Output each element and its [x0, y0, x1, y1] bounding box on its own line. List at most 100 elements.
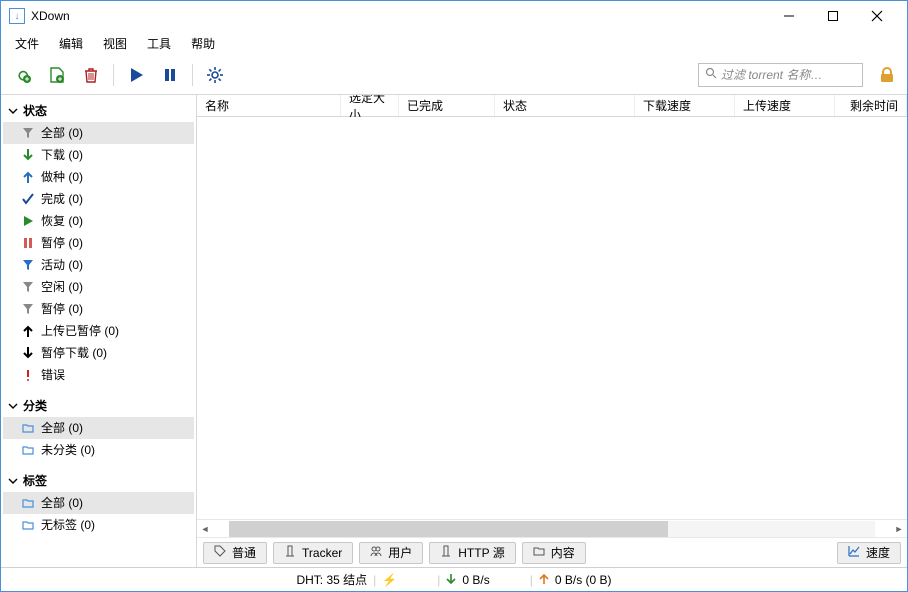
sidebar-item-label: 空闲 (0) — [41, 278, 83, 296]
status-dht: DHT: 35 结点 | ⚡ — [296, 571, 397, 588]
settings-button[interactable] — [201, 61, 229, 89]
statusbar: DHT: 35 结点 | ⚡ | 0 B/s | 0 B/s (0 B) — [1, 567, 907, 591]
pause-button[interactable] — [156, 61, 184, 89]
tab-label: Tracker — [302, 546, 342, 560]
tab-tracker[interactable]: Tracker — [273, 542, 353, 564]
column-eta[interactable]: 剩余时间 — [835, 95, 907, 116]
tab-label: 内容 — [551, 544, 575, 561]
sidebar-item[interactable]: 空闲 (0) — [3, 276, 194, 298]
horizontal-scrollbar[interactable]: ◄ ► — [197, 519, 907, 537]
app-icon: ↓ — [9, 8, 25, 24]
menu-tools[interactable]: 工具 — [139, 33, 179, 54]
close-button[interactable] — [855, 2, 899, 30]
tab-label: HTTP 源 — [458, 544, 504, 561]
sidebar-item-label: 下载 (0) — [41, 146, 83, 164]
menu-view[interactable]: 视图 — [95, 33, 135, 54]
start-button[interactable] — [122, 61, 150, 89]
menu-file[interactable]: 文件 — [7, 33, 47, 54]
maximize-button[interactable] — [811, 2, 855, 30]
table-header: 名称 选定大小 已完成 状态 下载速度 上传速度 剩余时间 — [197, 95, 907, 117]
sidebar-item-label: 完成 (0) — [41, 190, 83, 208]
main-area: 状态 全部 (0) 下载 (0) 做种 (0) 完成 (0) 恢复 (0) 暂停 (0) 活… — [1, 95, 907, 567]
sidebar-item-label: 错误 — [41, 366, 65, 384]
sidebar-item[interactable]: 做种 (0) — [3, 166, 194, 188]
http-icon — [440, 545, 452, 560]
sidebar-item[interactable]: 恢复 (0) — [3, 210, 194, 232]
sidebar-item-label: 全部 (0) — [41, 494, 83, 512]
sidebar-item[interactable]: 上传已暂停 (0) — [3, 320, 194, 342]
tab-general[interactable]: 普通 — [203, 542, 267, 564]
chevron-down-icon — [7, 400, 19, 412]
status-dht-text: DHT: 35 结点 — [296, 571, 367, 588]
tab-label: 普通 — [232, 544, 256, 561]
sidebar[interactable]: 状态 全部 (0) 下载 (0) 做种 (0) 完成 (0) 恢复 (0) 暂停 (0) 活… — [1, 95, 197, 567]
sidebar-item[interactable]: 活动 (0) — [3, 254, 194, 276]
search-box[interactable] — [698, 63, 863, 87]
sidebar-group-category[interactable]: 分类 — [3, 394, 194, 417]
search-icon — [705, 67, 717, 82]
column-name[interactable]: 名称 — [197, 95, 341, 116]
titlebar: ↓ XDown — [1, 1, 907, 31]
scroll-track[interactable] — [229, 521, 875, 537]
sidebar-item[interactable]: 无标签 (0) — [3, 514, 194, 536]
search-input[interactable] — [721, 68, 856, 82]
column-up-speed[interactable]: 上传速度 — [735, 95, 835, 116]
sidebar-item[interactable]: 暂停下载 (0) — [3, 342, 194, 364]
delete-button[interactable] — [77, 61, 105, 89]
pause-red-icon — [21, 236, 35, 250]
scroll-left-button[interactable]: ◄ — [197, 521, 213, 537]
folder-blue-icon — [21, 443, 35, 457]
folder-icon — [533, 545, 545, 560]
menubar: 文件 编辑 视图 工具 帮助 — [1, 31, 907, 55]
sidebar-item[interactable]: 全部 (0) — [3, 492, 194, 514]
column-completed[interactable]: 已完成 — [399, 95, 495, 116]
detail-tabs: 普通 Tracker 用户 HTTP 源 内容 速度 — [197, 537, 907, 567]
sidebar-item[interactable]: 暂停 (0) — [3, 298, 194, 320]
tab-users[interactable]: 用户 — [359, 542, 423, 564]
filter-gray-icon — [21, 280, 35, 294]
lock-icon[interactable] — [875, 63, 899, 87]
status-down: | 0 B/s — [437, 573, 489, 587]
toolbar — [1, 55, 907, 95]
bang-red-icon — [21, 368, 35, 382]
tab-content[interactable]: 内容 — [522, 542, 586, 564]
arrow-up-black-icon — [21, 324, 35, 338]
column-down-speed[interactable]: 下载速度 — [635, 95, 735, 116]
tab-label: 用户 — [388, 544, 412, 561]
minimize-button[interactable] — [767, 2, 811, 30]
menu-edit[interactable]: 编辑 — [51, 33, 91, 54]
column-status[interactable]: 状态 — [495, 95, 635, 116]
users-icon — [370, 545, 382, 560]
scroll-right-button[interactable]: ► — [891, 521, 907, 537]
menu-help[interactable]: 帮助 — [183, 33, 223, 54]
sidebar-item[interactable]: 全部 (0) — [3, 122, 194, 144]
sidebar-item-label: 无标签 (0) — [41, 516, 95, 534]
tab-speed[interactable]: 速度 — [837, 542, 901, 564]
sidebar-item[interactable]: 全部 (0) — [3, 417, 194, 439]
sidebar-item[interactable]: 未分类 (0) — [3, 439, 194, 461]
add-file-button[interactable] — [43, 61, 71, 89]
sidebar-item[interactable]: 下载 (0) — [3, 144, 194, 166]
sidebar-item[interactable]: 错误 — [3, 364, 194, 386]
sidebar-item-label: 暂停 (0) — [41, 234, 83, 252]
sidebar-item-label: 活动 (0) — [41, 256, 83, 274]
toolbar-separator — [113, 64, 114, 86]
scroll-thumb[interactable] — [229, 521, 668, 537]
folder-blue-icon — [21, 496, 35, 510]
column-selected-size[interactable]: 选定大小 — [341, 95, 399, 116]
sidebar-group-status[interactable]: 状态 — [3, 99, 194, 122]
filter-blue-icon — [21, 258, 35, 272]
sidebar-group-tags[interactable]: 标签 — [3, 469, 194, 492]
chart-icon — [848, 545, 860, 560]
tag-icon — [214, 545, 226, 560]
chevron-down-icon — [7, 475, 19, 487]
add-link-button[interactable] — [9, 61, 37, 89]
sidebar-item[interactable]: 暂停 (0) — [3, 232, 194, 254]
sidebar-group-label: 状态 — [23, 102, 47, 119]
table-body[interactable] — [197, 117, 907, 519]
filter-gray-icon — [21, 302, 35, 316]
sidebar-item[interactable]: 完成 (0) — [3, 188, 194, 210]
sidebar-item-label: 暂停下载 (0) — [41, 344, 107, 362]
folder-blue-icon — [21, 518, 35, 532]
tab-http-source[interactable]: HTTP 源 — [429, 542, 515, 564]
